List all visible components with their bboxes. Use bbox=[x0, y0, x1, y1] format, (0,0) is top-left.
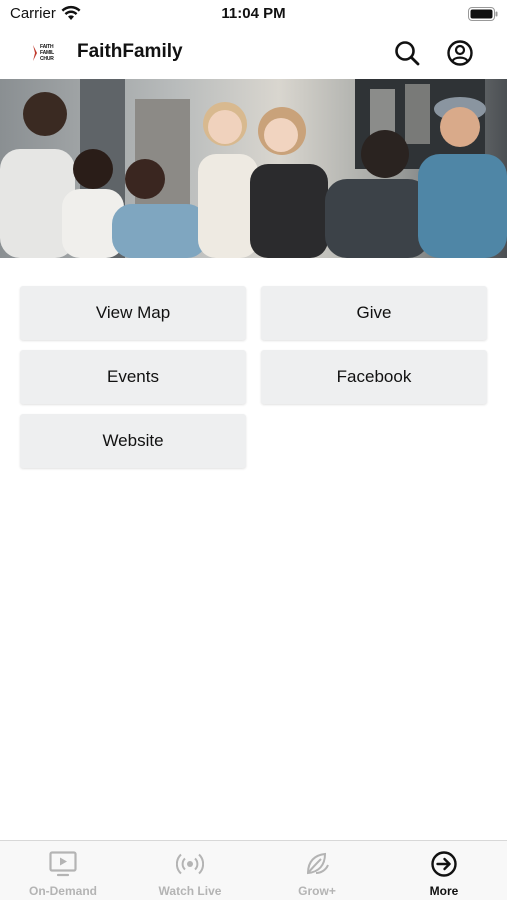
tab-label: Grow+ bbox=[298, 884, 336, 898]
leaf-icon bbox=[306, 852, 329, 875]
website-button[interactable]: Website bbox=[20, 414, 246, 468]
tv-play-icon bbox=[49, 851, 77, 877]
facebook-button[interactable]: Facebook bbox=[261, 350, 487, 404]
tab-label: More bbox=[429, 884, 459, 898]
view-map-button[interactable]: View Map bbox=[20, 286, 246, 340]
logo-line: CHUR bbox=[40, 56, 54, 62]
logo-text: FAITH FAMIL CHUR bbox=[40, 44, 54, 62]
tab-on-demand[interactable]: On-Demand bbox=[0, 841, 126, 900]
app-header: FAITH FAMIL CHUR FaithFamily bbox=[0, 28, 507, 78]
hero-banner bbox=[0, 79, 507, 258]
tab-label: Watch Live bbox=[158, 884, 222, 898]
arrow-circle-icon bbox=[431, 851, 457, 877]
church-logo: FAITH FAMIL CHUR bbox=[32, 42, 62, 64]
clock: 11:04 PM bbox=[221, 5, 286, 22]
events-button[interactable]: Events bbox=[20, 350, 246, 404]
status-bar: Carrier 11:04 PM bbox=[0, 0, 507, 28]
tab-grow-plus[interactable]: Grow+ bbox=[254, 841, 380, 900]
logo-mark-icon bbox=[33, 45, 37, 61]
tab-watch-live[interactable]: Watch Live bbox=[127, 841, 253, 900]
app-title: FaithFamily bbox=[77, 41, 183, 62]
broadcast-icon bbox=[176, 853, 204, 875]
tab-label: On-Demand bbox=[28, 884, 97, 898]
search-icon[interactable] bbox=[393, 39, 421, 67]
profile-icon[interactable] bbox=[446, 39, 474, 67]
battery-icon bbox=[468, 7, 498, 21]
tab-bar: On-Demand Watch Live Grow+ More bbox=[0, 840, 507, 900]
hero-photo bbox=[0, 79, 507, 258]
give-button[interactable]: Give bbox=[261, 286, 487, 340]
tab-more[interactable]: More bbox=[381, 841, 507, 900]
